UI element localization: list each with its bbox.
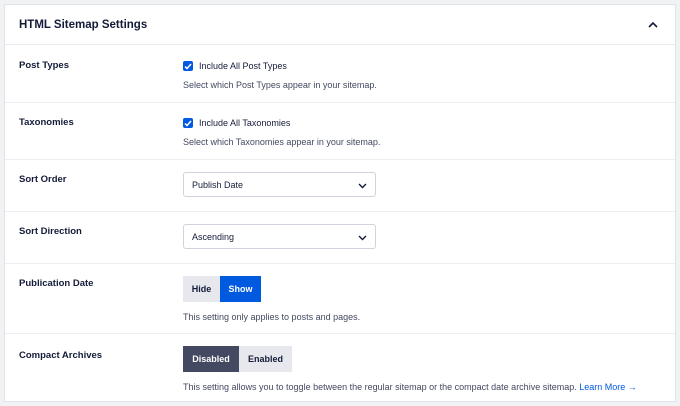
compact-archives-description: This setting allows you to toggle betwee…	[183, 382, 577, 392]
post-types-checkbox[interactable]	[183, 61, 193, 71]
publication-date-label: Publication Date	[19, 278, 94, 289]
taxonomies-checkbox[interactable]	[183, 118, 193, 128]
taxonomies-label: Taxonomies	[19, 117, 74, 128]
sort-order-value: Publish Date	[192, 179, 244, 190]
chevron-down-icon	[358, 233, 367, 242]
sort-direction-label: Sort Direction	[19, 226, 82, 237]
disabled-button[interactable]: Disabled	[183, 346, 239, 372]
post-types-description: Select which Post Types appear in your s…	[183, 80, 377, 90]
publication-date-toggle: Hide Show	[183, 276, 360, 302]
compact-archives-row: Compact Archives Disabled Enabled This s…	[5, 334, 675, 401]
compact-archives-description-line: This setting allows you to toggle betwee…	[183, 382, 637, 392]
sort-order-row: Sort Order Publish Date	[5, 160, 675, 212]
html-sitemap-settings-card: HTML Sitemap Settings Post Types Include…	[4, 4, 676, 402]
show-button[interactable]: Show	[220, 276, 261, 302]
compact-archives-toggle: Disabled Enabled	[183, 346, 637, 372]
taxonomies-description: Select which Taxonomies appear in your s…	[183, 137, 381, 147]
card-header[interactable]: HTML Sitemap Settings	[5, 5, 675, 45]
post-types-row: Post Types Include All Post Types Select…	[5, 46, 675, 103]
post-types-checkbox-label[interactable]: Include All Post Types	[199, 61, 287, 71]
sort-direction-value: Ascending	[192, 231, 235, 242]
enabled-button[interactable]: Enabled	[239, 346, 292, 372]
taxonomies-row: Taxonomies Include All Taxonomies Select…	[5, 103, 675, 160]
compact-archives-label: Compact Archives	[19, 350, 103, 361]
sort-order-label: Sort Order	[19, 174, 67, 185]
publication-date-description: This setting only applies to posts and p…	[183, 312, 361, 322]
sort-direction-select[interactable]: Ascending	[183, 224, 376, 249]
sort-direction-row: Sort Direction Ascending	[5, 212, 675, 264]
publication-date-row: Publication Date Hide Show This setting …	[5, 264, 675, 334]
chevron-down-icon	[358, 181, 367, 190]
post-types-label: Post Types	[19, 60, 69, 71]
card-title: HTML Sitemap Settings	[19, 18, 148, 31]
taxonomies-checkbox-label[interactable]: Include All Taxonomies	[199, 118, 290, 128]
learn-more-link[interactable]: Learn More →	[579, 382, 637, 392]
chevron-up-icon[interactable]	[647, 18, 659, 30]
hide-button[interactable]: Hide	[183, 276, 220, 302]
sort-order-select[interactable]: Publish Date	[183, 172, 376, 197]
